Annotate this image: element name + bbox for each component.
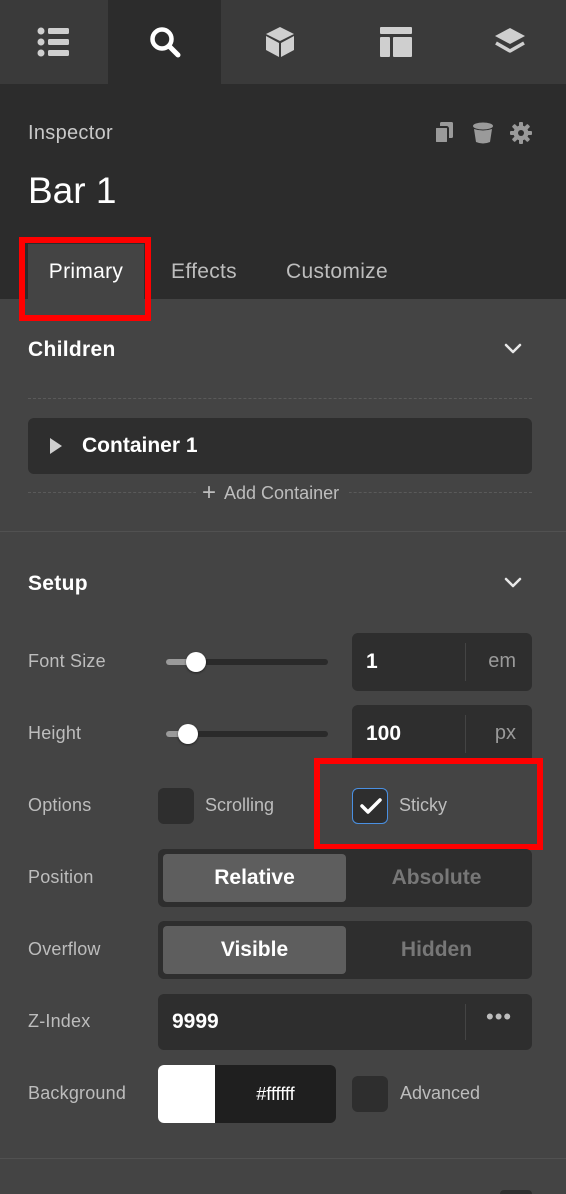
separator [465, 715, 466, 753]
setup-section-title: Setup [28, 572, 88, 595]
toolbar-outline-button[interactable] [0, 0, 106, 84]
height-unit[interactable]: px [495, 722, 516, 745]
font-size-unit[interactable]: em [488, 650, 516, 673]
section-divider [0, 1158, 566, 1159]
color-swatch[interactable] [158, 1065, 215, 1123]
sticky-label[interactable]: Sticky [399, 795, 447, 816]
tab-customize[interactable]: Customize [270, 244, 404, 300]
separator [465, 643, 466, 681]
font-size-input[interactable]: 1 em [352, 633, 532, 691]
scrolling-checkbox[interactable] [158, 788, 194, 824]
height-value[interactable]: 100 [366, 722, 401, 746]
z-index-value[interactable]: 9999 [172, 1010, 219, 1034]
overflow-toggle: Visible Hidden [158, 921, 532, 979]
position-relative-option[interactable]: Relative [163, 854, 346, 902]
search-icon [149, 26, 181, 58]
scrolling-label[interactable]: Scrolling [205, 795, 274, 816]
add-container-button[interactable]: + Add Container [196, 479, 350, 507]
child-item-label: Container 1 [82, 434, 198, 457]
plus-icon: + [202, 479, 217, 506]
top-toolbar [0, 0, 566, 84]
tab-effects[interactable]: Effects [156, 244, 252, 300]
toolbar-elements-button[interactable] [223, 0, 337, 84]
layers-icon [494, 27, 526, 57]
chevron-down-icon[interactable] [503, 576, 523, 595]
height-slider[interactable] [166, 724, 328, 744]
element-title: Bar 1 [28, 170, 117, 211]
copy-icon[interactable] [434, 122, 454, 149]
expand-triangle-icon[interactable] [50, 438, 62, 454]
next-section-control [500, 1190, 532, 1194]
chevron-down-icon[interactable] [503, 342, 523, 361]
trash-icon[interactable] [472, 122, 494, 149]
height-label: Height [28, 723, 82, 743]
font-size-label: Font Size [28, 651, 106, 671]
toolbar-layers-button[interactable] [454, 0, 566, 84]
background-color-picker[interactable]: #ffffff [158, 1065, 336, 1123]
sticky-checkbox[interactable] [352, 788, 388, 824]
layout-icon [379, 27, 412, 57]
checkmark-icon [360, 797, 382, 820]
overflow-hidden-option[interactable]: Hidden [345, 926, 528, 974]
background-hex-value[interactable]: #ffffff [215, 1065, 336, 1123]
toolbar-layout-button[interactable] [339, 0, 452, 84]
slider-knob[interactable] [186, 652, 207, 672]
position-absolute-option[interactable]: Absolute [345, 854, 528, 902]
section-divider [0, 531, 566, 532]
background-label: Background [28, 1083, 127, 1103]
z-index-input[interactable]: 9999 ••• [158, 994, 532, 1050]
font-size-value[interactable]: 1 [366, 650, 378, 674]
position-label: Position [28, 867, 94, 887]
tab-primary[interactable]: Primary [28, 244, 144, 300]
slider-knob[interactable] [178, 724, 199, 744]
children-section-title: Children [28, 338, 116, 361]
position-toggle: Relative Absolute [158, 849, 532, 907]
cube-icon [265, 26, 295, 58]
add-container-label: Add Container [224, 482, 340, 503]
font-size-slider[interactable] [166, 652, 328, 672]
inspector-label: Inspector [28, 122, 113, 144]
separator [465, 1004, 466, 1040]
toolbar-inspector-button[interactable] [108, 0, 221, 84]
divider [28, 398, 532, 399]
advanced-checkbox[interactable] [352, 1076, 388, 1112]
overflow-label: Overflow [28, 939, 101, 959]
options-label: Options [28, 795, 92, 815]
more-options-icon[interactable]: ••• [486, 1004, 512, 1030]
overflow-visible-option[interactable]: Visible [163, 926, 346, 974]
list-icon [37, 27, 69, 57]
gear-icon[interactable] [510, 122, 532, 149]
advanced-label[interactable]: Advanced [400, 1083, 480, 1104]
z-index-label: Z-Index [28, 1011, 91, 1031]
height-input[interactable]: 100 px [352, 705, 532, 763]
child-item-container-1[interactable]: Container 1 [28, 418, 532, 474]
